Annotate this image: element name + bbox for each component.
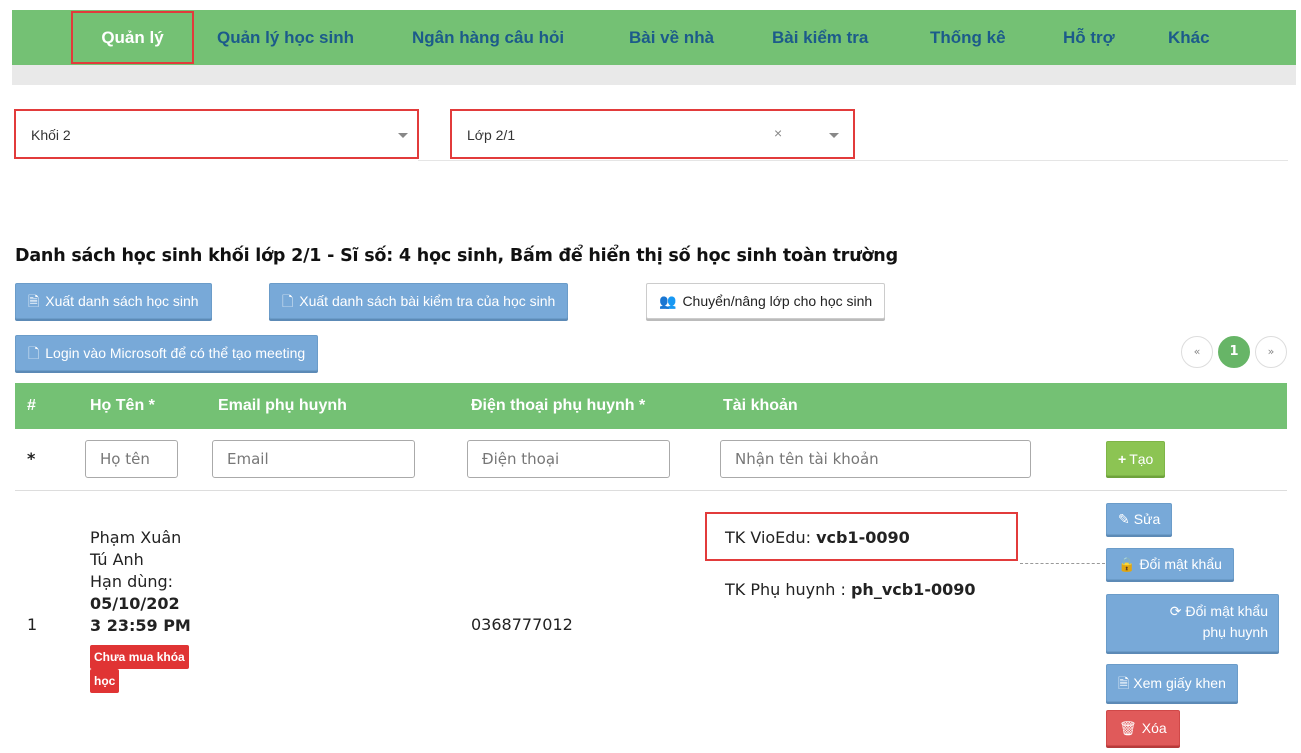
header-name: Họ Tên * bbox=[90, 397, 155, 414]
nav-item-bai-ve-nha[interactable]: Bài về nhà bbox=[629, 10, 714, 65]
view-certificate-label: Xem giấy khen bbox=[1133, 675, 1226, 691]
grade-select[interactable]: Khối 2 bbox=[14, 109, 419, 159]
parent-phone: 0368777012 bbox=[471, 615, 573, 634]
nav-item-thong-ke[interactable]: Thống kê bbox=[930, 10, 1006, 65]
header-index: # bbox=[27, 397, 36, 414]
parent-account-value: ph_vcb1-0090 bbox=[850, 580, 976, 599]
student-list-heading[interactable]: Danh sách học sinh khối lớp 2/1 - Sĩ số:… bbox=[15, 246, 898, 266]
plus-icon: + bbox=[1118, 451, 1127, 467]
header-account: Tài khoản bbox=[723, 397, 798, 414]
grade-select-value: Khối 2 bbox=[31, 127, 71, 143]
change-password-button[interactable]: 🔒 Đổi mật khẩu bbox=[1106, 548, 1234, 580]
refresh-icon: ⟳ bbox=[1169, 603, 1182, 619]
vioedu-account-value: vcb1-0090 bbox=[816, 528, 910, 547]
nav-item-bai-kiem-tra[interactable]: Bài kiểm tra bbox=[772, 10, 868, 65]
view-certificate-button[interactable]: 🗎 Xem giấy khen bbox=[1106, 664, 1238, 702]
expiry-line1: 05/10/202 bbox=[90, 594, 180, 613]
document-icon: 🗎 bbox=[28, 293, 40, 309]
delete-button[interactable]: 🗑 Xóa bbox=[1106, 710, 1180, 746]
users-icon: 👥 bbox=[659, 293, 677, 309]
divider bbox=[418, 160, 1288, 161]
sub-bar bbox=[12, 65, 1296, 85]
pagination-next[interactable]: » bbox=[1255, 336, 1287, 368]
nav-item-ngan-hang-cau-hoi[interactable]: Ngân hàng câu hỏi bbox=[412, 10, 564, 65]
create-button[interactable]: + Tạo bbox=[1106, 441, 1166, 476]
move-class-button[interactable]: 👥 Chuyển/nâng lớp cho học sinh bbox=[646, 283, 886, 319]
export-tests-label: Xuất danh sách bài kiểm tra của học sinh bbox=[299, 293, 556, 309]
nav-item-quan-ly[interactable]: Quản lý bbox=[71, 11, 194, 64]
student-name-line1: Phạm Xuân bbox=[90, 528, 182, 547]
trash-icon: 🗑 bbox=[1119, 720, 1137, 736]
badge-line1: Chưa mua khóa bbox=[90, 645, 189, 669]
class-select[interactable]: Lớp 2/1 × bbox=[450, 109, 855, 159]
login-microsoft-label: Login vào Microsoft để có thể tạo meetin… bbox=[45, 345, 306, 361]
clear-icon[interactable]: × bbox=[774, 125, 782, 141]
table-header: # Họ Tên * Email phụ huynh Điện thoại ph… bbox=[15, 383, 1287, 429]
pencil-icon: ✎ bbox=[1118, 511, 1130, 527]
document-icon: 🗋 bbox=[282, 293, 294, 309]
vioedu-account: TK VioEdu: vcb1-0090 bbox=[725, 528, 910, 547]
name-input[interactable]: Họ tên bbox=[85, 440, 178, 478]
document-icon: 🗋 bbox=[28, 345, 40, 361]
edit-label: Sửa bbox=[1133, 511, 1161, 527]
email-input[interactable]: Email bbox=[212, 440, 415, 478]
chevron-down-icon bbox=[829, 133, 839, 138]
chevron-down-icon bbox=[398, 133, 408, 138]
parent-account-label: TK Phụ huynh : bbox=[725, 580, 851, 599]
account-input[interactable]: Nhận tên tài khoản bbox=[720, 440, 1031, 478]
export-students-label: Xuất danh sách học sinh bbox=[45, 293, 199, 309]
phone-input[interactable]: Điện thoại bbox=[467, 440, 670, 478]
divider bbox=[1020, 563, 1105, 564]
create-label: Tạo bbox=[1129, 451, 1154, 467]
lock-icon: 🔒 bbox=[1118, 556, 1136, 572]
document-icon: 🗎 bbox=[1118, 675, 1130, 691]
nav-item-khac[interactable]: Khác bbox=[1168, 10, 1210, 65]
new-row-marker: * bbox=[27, 449, 36, 468]
login-microsoft-button[interactable]: 🗋 Login vào Microsoft để có thể tạo meeti… bbox=[15, 335, 319, 371]
pagination-prev[interactable]: « bbox=[1181, 336, 1213, 368]
row-index: 1 bbox=[27, 615, 38, 634]
export-tests-button[interactable]: 🗋 Xuất danh sách bài kiểm tra của học sin… bbox=[269, 283, 569, 319]
badge-line2: học bbox=[90, 669, 120, 693]
vioedu-label: TK VioEdu: bbox=[725, 528, 817, 547]
nav-item-quan-ly-hoc-sinh[interactable]: Quản lý học sinh bbox=[217, 10, 354, 65]
nav-item-ho-tro[interactable]: Hỗ trợ bbox=[1063, 10, 1115, 65]
change-password-label: Đổi mật khẩu bbox=[1139, 556, 1222, 572]
change-parent-password-label-1: Đổi mật khẩu bbox=[1185, 603, 1268, 619]
export-students-button[interactable]: 🗎 Xuất danh sách học sinh bbox=[15, 283, 212, 319]
parent-account: TK Phụ huynh : ph_vcb1-0090 bbox=[725, 580, 975, 599]
change-parent-password-button[interactable]: ⟳ Đổi mật khẩu phụ huynh bbox=[1106, 594, 1279, 652]
change-parent-password-line1: ⟳ Đổi mật khẩu bbox=[1117, 601, 1268, 622]
pagination-page-1[interactable]: 1 bbox=[1218, 336, 1250, 368]
expiry-line2: 3 23:59 PM bbox=[90, 616, 191, 635]
change-parent-password-label-2: phụ huynh bbox=[1202, 624, 1268, 640]
student-name-cell: Phạm Xuân Tú Anh Hạn dùng: 05/10/202 3 2… bbox=[90, 527, 191, 693]
class-select-value: Lớp 2/1 bbox=[467, 127, 516, 143]
edit-button[interactable]: ✎ Sửa bbox=[1106, 503, 1173, 535]
expiry-label: Hạn dùng: bbox=[90, 572, 174, 591]
header-email: Email phụ huynh bbox=[218, 397, 347, 414]
delete-label: Xóa bbox=[1141, 720, 1167, 736]
top-navigation: Quản lý Quản lý học sinh Ngân hàng câu h… bbox=[12, 10, 1296, 65]
header-phone: Điện thoại phụ huynh * bbox=[471, 397, 646, 414]
new-student-row: * Họ tên Email Điện thoại Nhận tên tài k… bbox=[15, 429, 1287, 491]
table-row: 1 Phạm Xuân Tú Anh Hạn dùng: 05/10/202 3… bbox=[15, 491, 1287, 753]
move-class-label: Chuyển/nâng lớp cho học sinh bbox=[682, 293, 873, 309]
student-name-line2: Tú Anh bbox=[90, 550, 144, 569]
status-badge: Chưa mua khóa học bbox=[90, 645, 191, 693]
